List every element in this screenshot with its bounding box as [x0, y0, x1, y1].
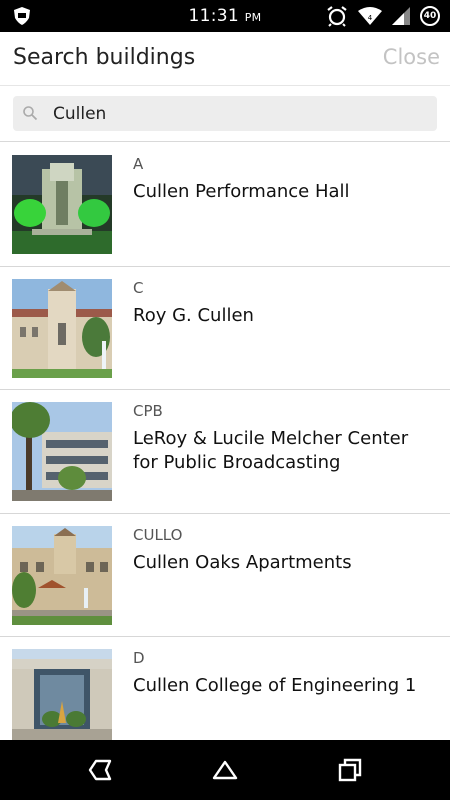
clock-time: 11:31	[188, 6, 240, 26]
recents-icon[interactable]	[336, 756, 364, 784]
list-item[interactable]: C Roy G. Cullen	[0, 266, 450, 390]
building-photo	[12, 525, 112, 625]
building-list: A Cullen Performance Hall C Roy G. Culle…	[0, 143, 450, 761]
close-button[interactable]: Close	[383, 45, 440, 69]
home-icon[interactable]	[211, 756, 239, 784]
building-name: Cullen College of Engineering 1	[133, 675, 417, 696]
search-icon	[23, 106, 38, 121]
back-icon[interactable]	[86, 756, 114, 784]
building-photo	[12, 402, 112, 501]
list-item[interactable]: A Cullen Performance Hall	[0, 143, 450, 267]
list-item[interactable]: CPB LeRoy & Lucile Melcher Center for Pu…	[0, 390, 450, 514]
search-box[interactable]	[13, 96, 437, 131]
building-code: CPB	[133, 402, 163, 420]
svg-text:4: 4	[368, 14, 373, 22]
signal-icon	[392, 7, 410, 25]
building-name: Cullen Oaks Apartments	[133, 551, 352, 573]
building-photo	[12, 155, 112, 254]
header: Search buildings Close	[0, 32, 450, 86]
building-photo	[12, 278, 112, 378]
alarm-icon	[327, 6, 347, 27]
navigation-bar	[0, 740, 450, 800]
page-title: Search buildings	[13, 45, 196, 70]
search-bar	[0, 86, 450, 142]
battery-icon: 40	[420, 6, 440, 26]
building-code: C	[133, 278, 144, 297]
wifi-icon: 4	[358, 7, 382, 25]
clock-ampm: PM	[244, 11, 262, 24]
building-code: D	[133, 649, 145, 667]
building-name: LeRoy & Lucile Melcher Center for Public…	[133, 428, 409, 473]
search-input[interactable]	[53, 96, 423, 131]
status-bar: 11:31 PM 4 40	[0, 0, 450, 32]
building-code: CULLO	[133, 525, 183, 544]
building-photo	[12, 649, 112, 748]
system-icons: 4 40	[326, 5, 440, 27]
building-name: Roy G. Cullen	[133, 304, 254, 326]
building-code: A	[133, 155, 144, 173]
building-name: Cullen Performance Hall	[133, 181, 350, 202]
list-item[interactable]: CULLO Cullen Oaks Apartments	[0, 513, 450, 637]
